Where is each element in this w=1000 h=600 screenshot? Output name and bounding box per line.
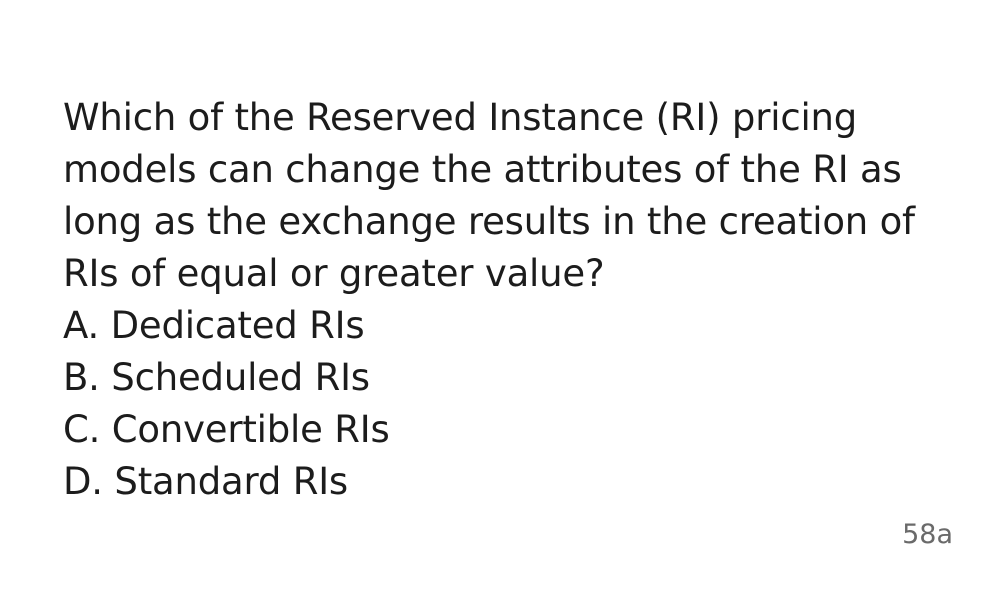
option-c: C. Convertible RIs: [63, 408, 390, 451]
question-text-line-4: RIs of equal or greater value?: [63, 252, 605, 295]
question-text-line-2: models can change the attributes of the …: [63, 148, 902, 191]
option-b: B. Scheduled RIs: [63, 356, 370, 399]
question-text-line-3: long as the exchange results in the crea…: [63, 200, 915, 243]
option-a: A. Dedicated RIs: [63, 304, 365, 347]
flashcard: Which of the Reserved Instance (RI) pric…: [0, 0, 1000, 600]
question-block: Which of the Reserved Instance (RI) pric…: [63, 92, 963, 508]
option-d: D. Standard RIs: [63, 460, 348, 503]
question-text-line-1: Which of the Reserved Instance (RI) pric…: [63, 96, 858, 139]
card-id-label: 58a: [902, 519, 953, 550]
